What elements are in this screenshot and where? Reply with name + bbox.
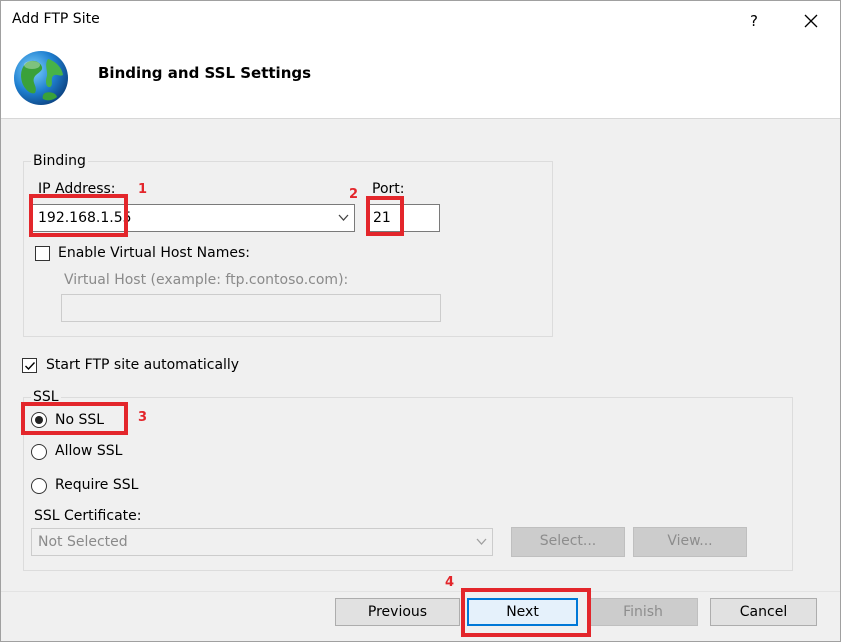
add-ftp-site-dialog: Add FTP Site ? Binding and SSL Settings	[0, 0, 841, 642]
virtual-host-label: Virtual Host (example: ftp.contoso.com):	[64, 272, 349, 288]
port-label: Port:	[372, 181, 405, 197]
ssl-certificate-combo[interactable]: Not Selected	[31, 528, 493, 556]
page-title: Binding and SSL Settings	[98, 64, 312, 82]
cancel-button[interactable]: Cancel	[710, 598, 817, 626]
close-icon	[804, 14, 818, 28]
view-certificate-button[interactable]: View...	[633, 527, 747, 557]
binding-legend: Binding	[31, 153, 88, 169]
annotation-box-port	[366, 196, 404, 236]
start-automatically-label: Start FTP site automatically	[46, 357, 240, 373]
ssl-certificate-label: SSL Certificate:	[34, 508, 142, 524]
enable-virtual-host-label: Enable Virtual Host Names:	[58, 245, 250, 261]
chevron-down-icon	[338, 214, 349, 221]
annotation-number-2: 2	[349, 187, 359, 202]
previous-button[interactable]: Previous	[335, 598, 460, 626]
allow-ssl-radio[interactable]	[31, 444, 47, 460]
chevron-down-icon	[476, 538, 487, 545]
annotation-number-3: 3	[138, 410, 148, 425]
finish-button[interactable]: Finish	[588, 598, 698, 626]
virtual-host-input[interactable]	[61, 294, 441, 322]
title-bar: Add FTP Site ?	[1, 1, 840, 41]
require-ssl-radio[interactable]	[31, 478, 47, 494]
annotation-number-4: 4	[445, 575, 455, 590]
start-automatically-checkbox[interactable]	[22, 358, 37, 373]
annotation-box-next	[461, 588, 591, 637]
ssl-certificate-value: Not Selected	[38, 534, 128, 550]
require-ssl-label: Require SSL	[55, 477, 139, 493]
annotation-box-ip	[29, 194, 128, 237]
footer-divider	[1, 591, 840, 592]
window-title: Add FTP Site	[12, 11, 100, 27]
annotation-box-no-ssl	[21, 402, 128, 435]
checkmark-icon	[25, 362, 36, 371]
close-button[interactable]	[792, 6, 832, 36]
globe-icon	[14, 51, 68, 105]
select-certificate-button[interactable]: Select...	[511, 527, 625, 557]
enable-virtual-host-checkbox[interactable]	[35, 246, 50, 261]
allow-ssl-label: Allow SSL	[55, 443, 123, 459]
wizard-header: Binding and SSL Settings	[1, 41, 840, 119]
help-button[interactable]: ?	[739, 9, 769, 33]
annotation-number-1: 1	[138, 182, 148, 197]
